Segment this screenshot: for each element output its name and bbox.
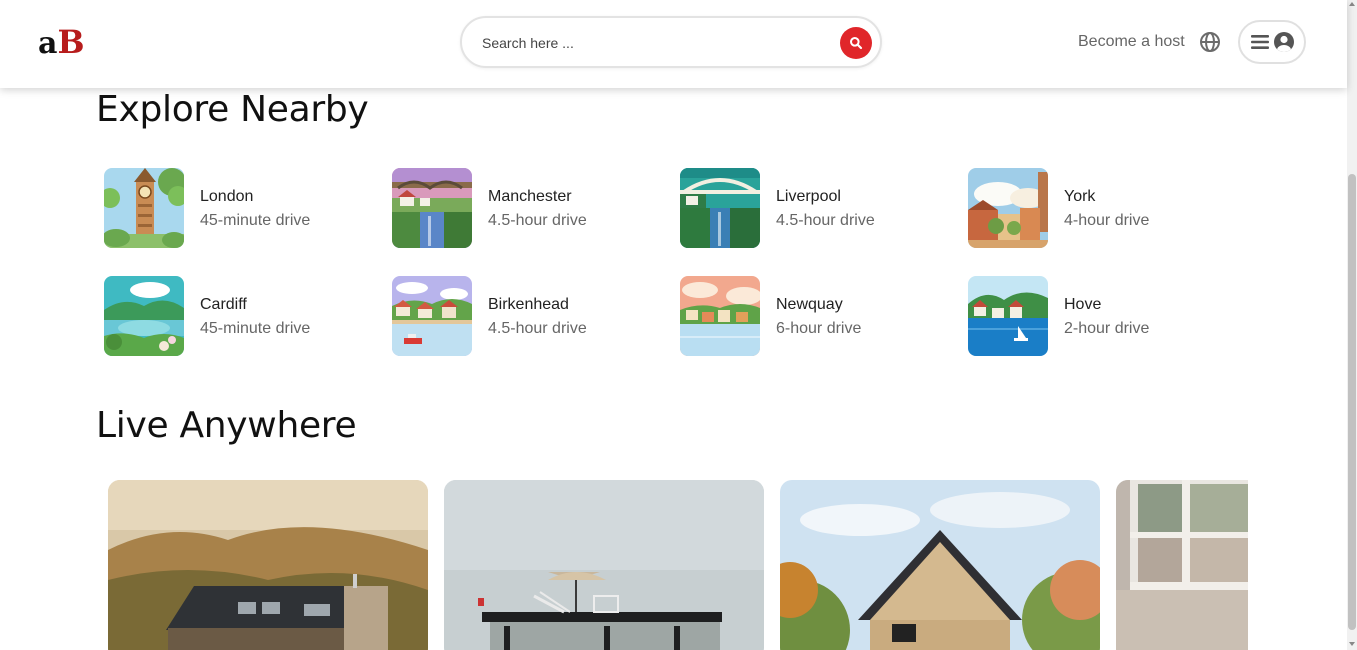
card-image — [1116, 480, 1248, 650]
top-header: aB Become a host — [0, 0, 1347, 88]
globe-icon[interactable] — [1199, 31, 1221, 53]
user-menu-button[interactable] — [1238, 20, 1306, 64]
place-distance: 45-minute drive — [200, 320, 311, 337]
place-card-birkenhead[interactable]: Birkenhead 4.5-hour drive — [392, 276, 652, 356]
place-distance: 45-minute drive — [200, 212, 311, 229]
scroll-down-arrow-icon[interactable] — [1349, 642, 1355, 646]
place-thumbnail — [968, 168, 1048, 248]
place-distance: 2-hour drive — [1064, 320, 1150, 337]
place-distance: 4.5-hour drive — [776, 212, 875, 229]
card-image — [780, 480, 1100, 650]
place-thumbnail — [680, 276, 760, 356]
scroll-up-arrow-icon[interactable] — [1349, 2, 1355, 6]
place-card-liverpool[interactable]: Liverpool 4.5-hour drive — [680, 168, 940, 248]
search-bar — [460, 16, 882, 68]
hamburger-icon — [1250, 35, 1269, 49]
place-name: Birkenhead — [488, 296, 569, 313]
place-name: Hove — [1064, 296, 1102, 313]
card-image — [444, 480, 764, 650]
place-card-manchester[interactable]: Manchester 4.5-hour drive — [392, 168, 652, 248]
search-icon — [850, 37, 863, 50]
card-image — [108, 480, 428, 650]
place-name: Cardiff — [200, 296, 247, 313]
live-card-cabin[interactable] — [108, 480, 428, 650]
place-name: Liverpool — [776, 188, 841, 205]
place-distance: 6-hour drive — [776, 320, 862, 337]
place-card-hove[interactable]: Hove 2-hour drive — [968, 276, 1228, 356]
place-card-cardiff[interactable]: Cardiff 45-minute drive — [104, 276, 364, 356]
live-anywhere-title: Live Anywhere — [96, 405, 357, 446]
logo-letter-a: a — [38, 26, 58, 61]
logo-letter-b: B — [57, 23, 85, 61]
place-card-newquay[interactable]: Newquay 6-hour drive — [680, 276, 940, 356]
place-name: York — [1064, 188, 1096, 205]
place-thumbnail — [968, 276, 1048, 356]
place-name: London — [200, 188, 254, 205]
scroll-thumb[interactable] — [1348, 174, 1356, 630]
place-distance: 4.5-hour drive — [488, 212, 587, 229]
page-scrollbar[interactable] — [1347, 0, 1357, 650]
place-card-york[interactable]: York 4-hour drive — [968, 168, 1228, 248]
search-button[interactable] — [840, 27, 872, 59]
place-thumbnail — [104, 168, 184, 248]
place-distance: 4-hour drive — [1064, 212, 1150, 229]
become-host-link[interactable]: Become a host — [1078, 33, 1185, 51]
place-name: Newquay — [776, 296, 843, 313]
place-thumbnail — [392, 168, 472, 248]
logo[interactable]: aB — [38, 24, 85, 62]
place-name: Manchester — [488, 188, 572, 205]
place-thumbnail — [680, 168, 760, 248]
live-card-a-frame[interactable] — [780, 480, 1100, 650]
explore-nearby-title: Explore Nearby — [96, 89, 369, 130]
place-thumbnail — [104, 276, 184, 356]
live-card-interior[interactable] — [1116, 480, 1248, 650]
place-card-london[interactable]: London 45-minute drive — [104, 168, 364, 248]
place-distance: 4.5-hour drive — [488, 320, 587, 337]
live-card-lake-house[interactable] — [444, 480, 764, 650]
user-circle-icon — [1273, 32, 1294, 52]
search-input[interactable] — [482, 31, 822, 55]
place-thumbnail — [392, 276, 472, 356]
